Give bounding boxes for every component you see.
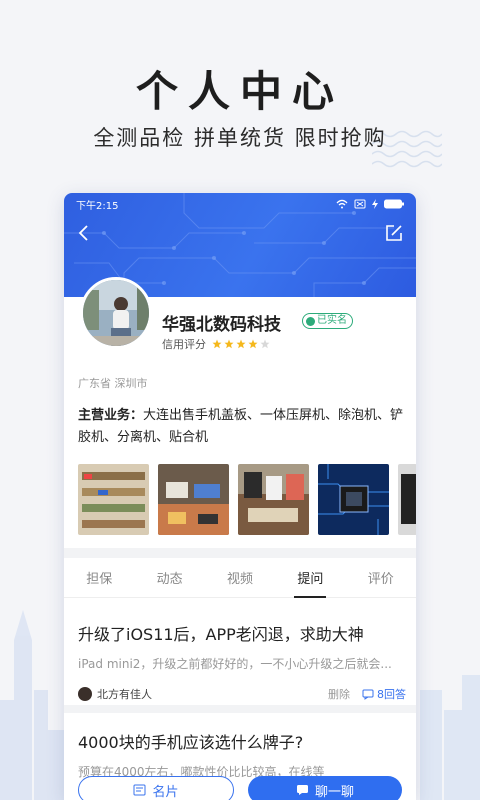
business-card-icon	[133, 784, 146, 796]
sim-icon	[354, 199, 366, 209]
verified-icon	[306, 316, 315, 326]
tab-video[interactable]: 视频	[221, 560, 259, 595]
location: 广东省 深圳市	[78, 377, 148, 390]
answer-count-label: 8回答	[377, 688, 406, 701]
gallery-photo[interactable]	[158, 464, 229, 535]
star-icon	[212, 339, 222, 349]
back-chevron-icon[interactable]	[74, 223, 94, 243]
promo-subtitle: 全测品检 拼单统货 限时抢购	[93, 126, 387, 150]
chat-icon	[296, 785, 308, 795]
question-title[interactable]: 4000块的手机应该选什么牌子?	[78, 729, 406, 753]
answer-count[interactable]: 8回答	[362, 686, 406, 702]
verified-label: 已实名	[317, 315, 347, 326]
tab-questions[interactable]: 提问	[291, 560, 329, 598]
user-name: 北方有佳人	[97, 688, 152, 701]
question-desc: iPad mini2，升级之前都好好的，一不小心升级之后就会...	[78, 657, 392, 671]
edit-icon[interactable]	[384, 223, 404, 243]
status-bar: 下午2:15	[76, 196, 404, 212]
gallery-photo[interactable]	[398, 464, 416, 535]
charging-icon	[372, 199, 378, 209]
promo-title: 个人中心	[135, 67, 344, 116]
rating-label: 信用评分	[162, 338, 206, 351]
tab-activity[interactable]: 动态	[151, 560, 189, 595]
business-card-button[interactable]: 名片	[78, 776, 234, 800]
delete-button[interactable]: 删除	[328, 686, 350, 702]
question-title[interactable]: 升级了iOS11后，APP老闪退，求助大神	[78, 621, 406, 645]
verified-badge: 已实名	[302, 313, 353, 329]
phone-screen: 下午2:15 华强北数码科技 已实名 信用评分 广东省 深圳市 主营业务：大连出…	[64, 193, 416, 800]
chat-button[interactable]: 聊一聊	[248, 776, 402, 800]
star-icon	[224, 339, 234, 349]
chat-bubble-icon	[362, 689, 374, 700]
wifi-icon	[336, 199, 348, 209]
avatar[interactable]	[80, 277, 152, 349]
status-time: 下午2:15	[76, 200, 119, 212]
main-business: 主营业务：大连出售手机盖板、一体压屏机、除泡机、铲胶机、分离机、贴合机	[78, 405, 406, 449]
user-avatar	[78, 687, 92, 701]
gallery-photo[interactable]	[318, 464, 389, 535]
avatar-photo	[83, 280, 149, 346]
battery-icon	[384, 199, 404, 209]
star-icon	[236, 339, 246, 349]
question-item[interactable]: 升级了iOS11后，APP老闪退，求助大神 iPad mini2，升级之前都好好…	[78, 621, 406, 702]
credit-rating: 信用评分	[162, 336, 270, 352]
bottom-action-bar: 名片 聊一聊	[64, 776, 416, 800]
star-icon	[248, 339, 258, 349]
rating-stars	[212, 339, 270, 349]
star-icon	[260, 339, 270, 349]
question-divider	[64, 705, 416, 713]
tab-bar: 担保 动态 视频 提问 评价	[64, 558, 416, 598]
question-item[interactable]: 4000块的手机应该选什么牌子? 预算在4000左右，嘟款性价比比较高，在线等	[78, 729, 406, 780]
gallery-photo[interactable]	[238, 464, 309, 535]
gallery-photo[interactable]	[78, 464, 149, 535]
company-name: 华强北数码科技	[162, 315, 281, 335]
business-card-label: 名片	[152, 784, 179, 800]
chat-label: 聊一聊	[314, 784, 354, 800]
business-label: 主营业务：	[78, 408, 144, 423]
question-meta: 北方有佳人 删除 8回答	[78, 686, 406, 702]
section-divider	[64, 548, 416, 558]
photo-gallery	[78, 464, 416, 535]
tab-reviews[interactable]: 评价	[362, 560, 400, 595]
tab-guarantee[interactable]: 担保	[80, 560, 118, 595]
